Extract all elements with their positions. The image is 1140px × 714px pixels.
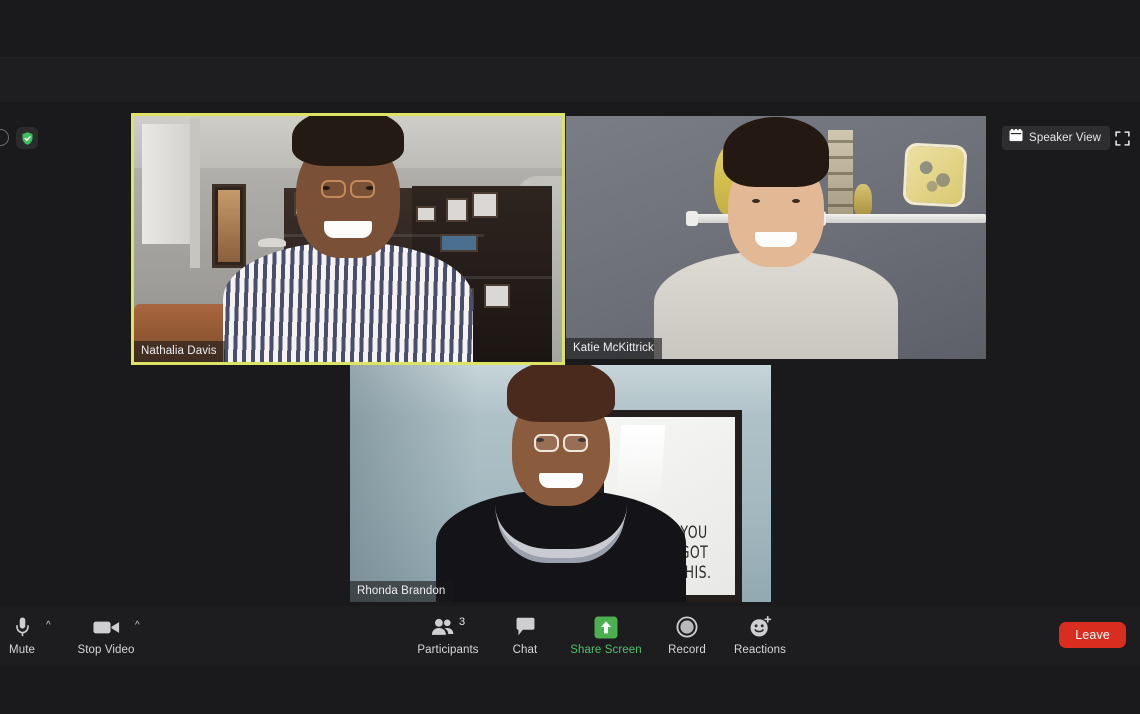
- video-tile-nathalia-davis[interactable]: Nathalia Davis: [131, 113, 565, 365]
- eyeglasses: [321, 180, 375, 198]
- eye-left: [752, 199, 760, 203]
- person-smile: [324, 221, 372, 238]
- background-framed-picture: [212, 184, 246, 268]
- chat-bubble-icon: [515, 614, 536, 640]
- background-photo-4: [472, 192, 498, 218]
- stop-video-label: Stop Video: [77, 644, 135, 656]
- meeting-topbar: Speaker View: [0, 58, 1140, 150]
- background-photo-3: [446, 198, 468, 222]
- person-smile: [755, 232, 797, 247]
- participants-count: 3: [458, 616, 466, 628]
- mute-options-caret-icon[interactable]: ^: [46, 620, 51, 631]
- person-smile: [538, 473, 583, 488]
- video-feed-rhonda: YOU GOT THIS.: [350, 365, 771, 602]
- background-decorative-plate: [902, 142, 968, 208]
- video-feed-nathalia: [134, 116, 562, 362]
- zoom-meeting-window: Speaker View Nathalia Davis Katie McKitt…: [0, 0, 1140, 714]
- chat-label: Chat: [512, 644, 538, 656]
- vase-pattern-1: [828, 140, 853, 143]
- background-door-frame: [190, 118, 200, 268]
- eyeglasses: [533, 434, 588, 452]
- smiley-reactions-icon: [749, 614, 772, 640]
- chat-button[interactable]: Chat: [480, 614, 570, 656]
- person-hair: [723, 117, 829, 187]
- picture-artwork: [218, 190, 240, 262]
- background-photo-2: [416, 206, 436, 222]
- background-patterned-vase: [828, 130, 853, 216]
- eye-right: [792, 199, 800, 203]
- share-screen-label: Share Screen: [570, 644, 642, 656]
- person-hair: [506, 365, 615, 422]
- person-hair: [292, 116, 404, 166]
- video-feed-katie: [566, 116, 986, 359]
- participant-name-label: Nathalia Davis: [134, 340, 225, 362]
- participant-name-label: Rhonda Brandon: [350, 580, 454, 602]
- video-camera-icon: [92, 614, 120, 640]
- background-small-figurine: [854, 184, 872, 216]
- shelf-bracket-left: [686, 211, 698, 226]
- reactions-button[interactable]: Reactions: [715, 614, 805, 656]
- lens-left: [321, 180, 346, 198]
- background-wall-sconce: [258, 238, 286, 247]
- share-screen-up-arrow-icon: [594, 614, 618, 640]
- participants-label: Participants: [417, 644, 479, 656]
- leave-button[interactable]: Leave: [1059, 622, 1126, 648]
- reactions-label: Reactions: [733, 644, 787, 656]
- striped-shirt: [223, 242, 473, 362]
- background-door: [142, 124, 190, 244]
- lens-right: [562, 434, 588, 452]
- video-tile-rhonda-brandon[interactable]: YOU GOT THIS. Rhonda Brandon: [350, 365, 771, 602]
- vase-pattern-2: [828, 156, 853, 159]
- meeting-toolbar: Mute ^ Stop Video ^ 3 Participants Chat …: [0, 606, 1140, 666]
- mute-button[interactable]: Mute: [0, 614, 67, 656]
- vase-pattern-4: [828, 188, 853, 191]
- record-label: Record: [668, 644, 706, 656]
- vase-pattern-3: [828, 172, 853, 175]
- record-circle-icon: [676, 614, 698, 640]
- microphone-icon: [13, 614, 32, 640]
- background-photo-5: [440, 234, 478, 252]
- video-tile-katie-mckittrick[interactable]: Katie McKittrick: [566, 116, 986, 359]
- video-stage: Nathalia Davis Katie McKittrick YOU GOT …: [0, 102, 1140, 606]
- participant-name-label: Katie McKittrick: [566, 337, 662, 359]
- video-options-caret-icon[interactable]: ^: [135, 620, 140, 631]
- background-photo-7: [484, 284, 510, 308]
- plate-pattern: [910, 150, 960, 200]
- mute-label: Mute: [9, 644, 35, 656]
- lens-right: [350, 180, 375, 198]
- person-torso: [223, 242, 473, 362]
- lens-left: [533, 434, 559, 452]
- participants-icon: 3: [431, 614, 465, 640]
- share-screen-button[interactable]: Share Screen: [561, 614, 651, 656]
- person-torso: [654, 251, 898, 359]
- vase-pattern-5: [828, 204, 853, 207]
